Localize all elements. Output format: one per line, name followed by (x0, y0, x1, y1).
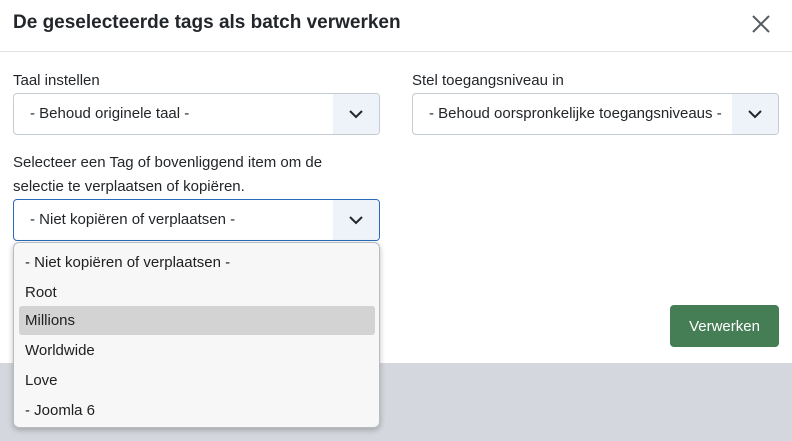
dropdown-option[interactable]: - Joomla 6 (19, 396, 375, 425)
language-label: Taal instellen (13, 72, 100, 89)
move-copy-label-line1: Selecteer een Tag of bovenliggend item o… (13, 154, 323, 171)
process-button[interactable]: Verwerken (670, 305, 779, 347)
access-label: Stel toegangsniveau in (412, 72, 564, 89)
move-copy-label-line2: selectie te verplaatsen of kopiëren. (13, 178, 245, 195)
close-icon[interactable] (750, 13, 772, 35)
chevron-down-icon (333, 94, 379, 134)
dropdown-option[interactable]: Root (19, 278, 375, 307)
move-copy-select[interactable]: - Niet kopiëren of verplaatsen - (13, 199, 380, 241)
chevron-down-icon (333, 200, 379, 240)
language-select-value: - Behoud originele taal - (30, 105, 190, 122)
access-select[interactable]: - Behoud oorspronkelijke toegangsniveaus… (412, 93, 779, 135)
access-select-value: - Behoud oorspronkelijke toegangsniveaus… (429, 105, 722, 122)
modal-header: De geselecteerde tags als batch verwerke… (0, 0, 792, 52)
chevron-down-icon (732, 94, 778, 134)
dropdown-option[interactable]: - Niet kopiëren of verplaatsen - (19, 248, 375, 277)
dropdown-option[interactable]: Worldwide (19, 336, 375, 365)
modal-title: De geselecteerde tags als batch verwerke… (13, 12, 401, 33)
move-copy-dropdown-list: - Niet kopiëren of verplaatsen - Root Mi… (13, 242, 380, 428)
move-copy-select-value: - Niet kopiëren of verplaatsen - (30, 211, 236, 228)
language-select[interactable]: - Behoud originele taal - (13, 93, 380, 135)
dropdown-option-highlighted[interactable]: Millions (19, 306, 375, 335)
dropdown-option[interactable]: Love (19, 366, 375, 395)
